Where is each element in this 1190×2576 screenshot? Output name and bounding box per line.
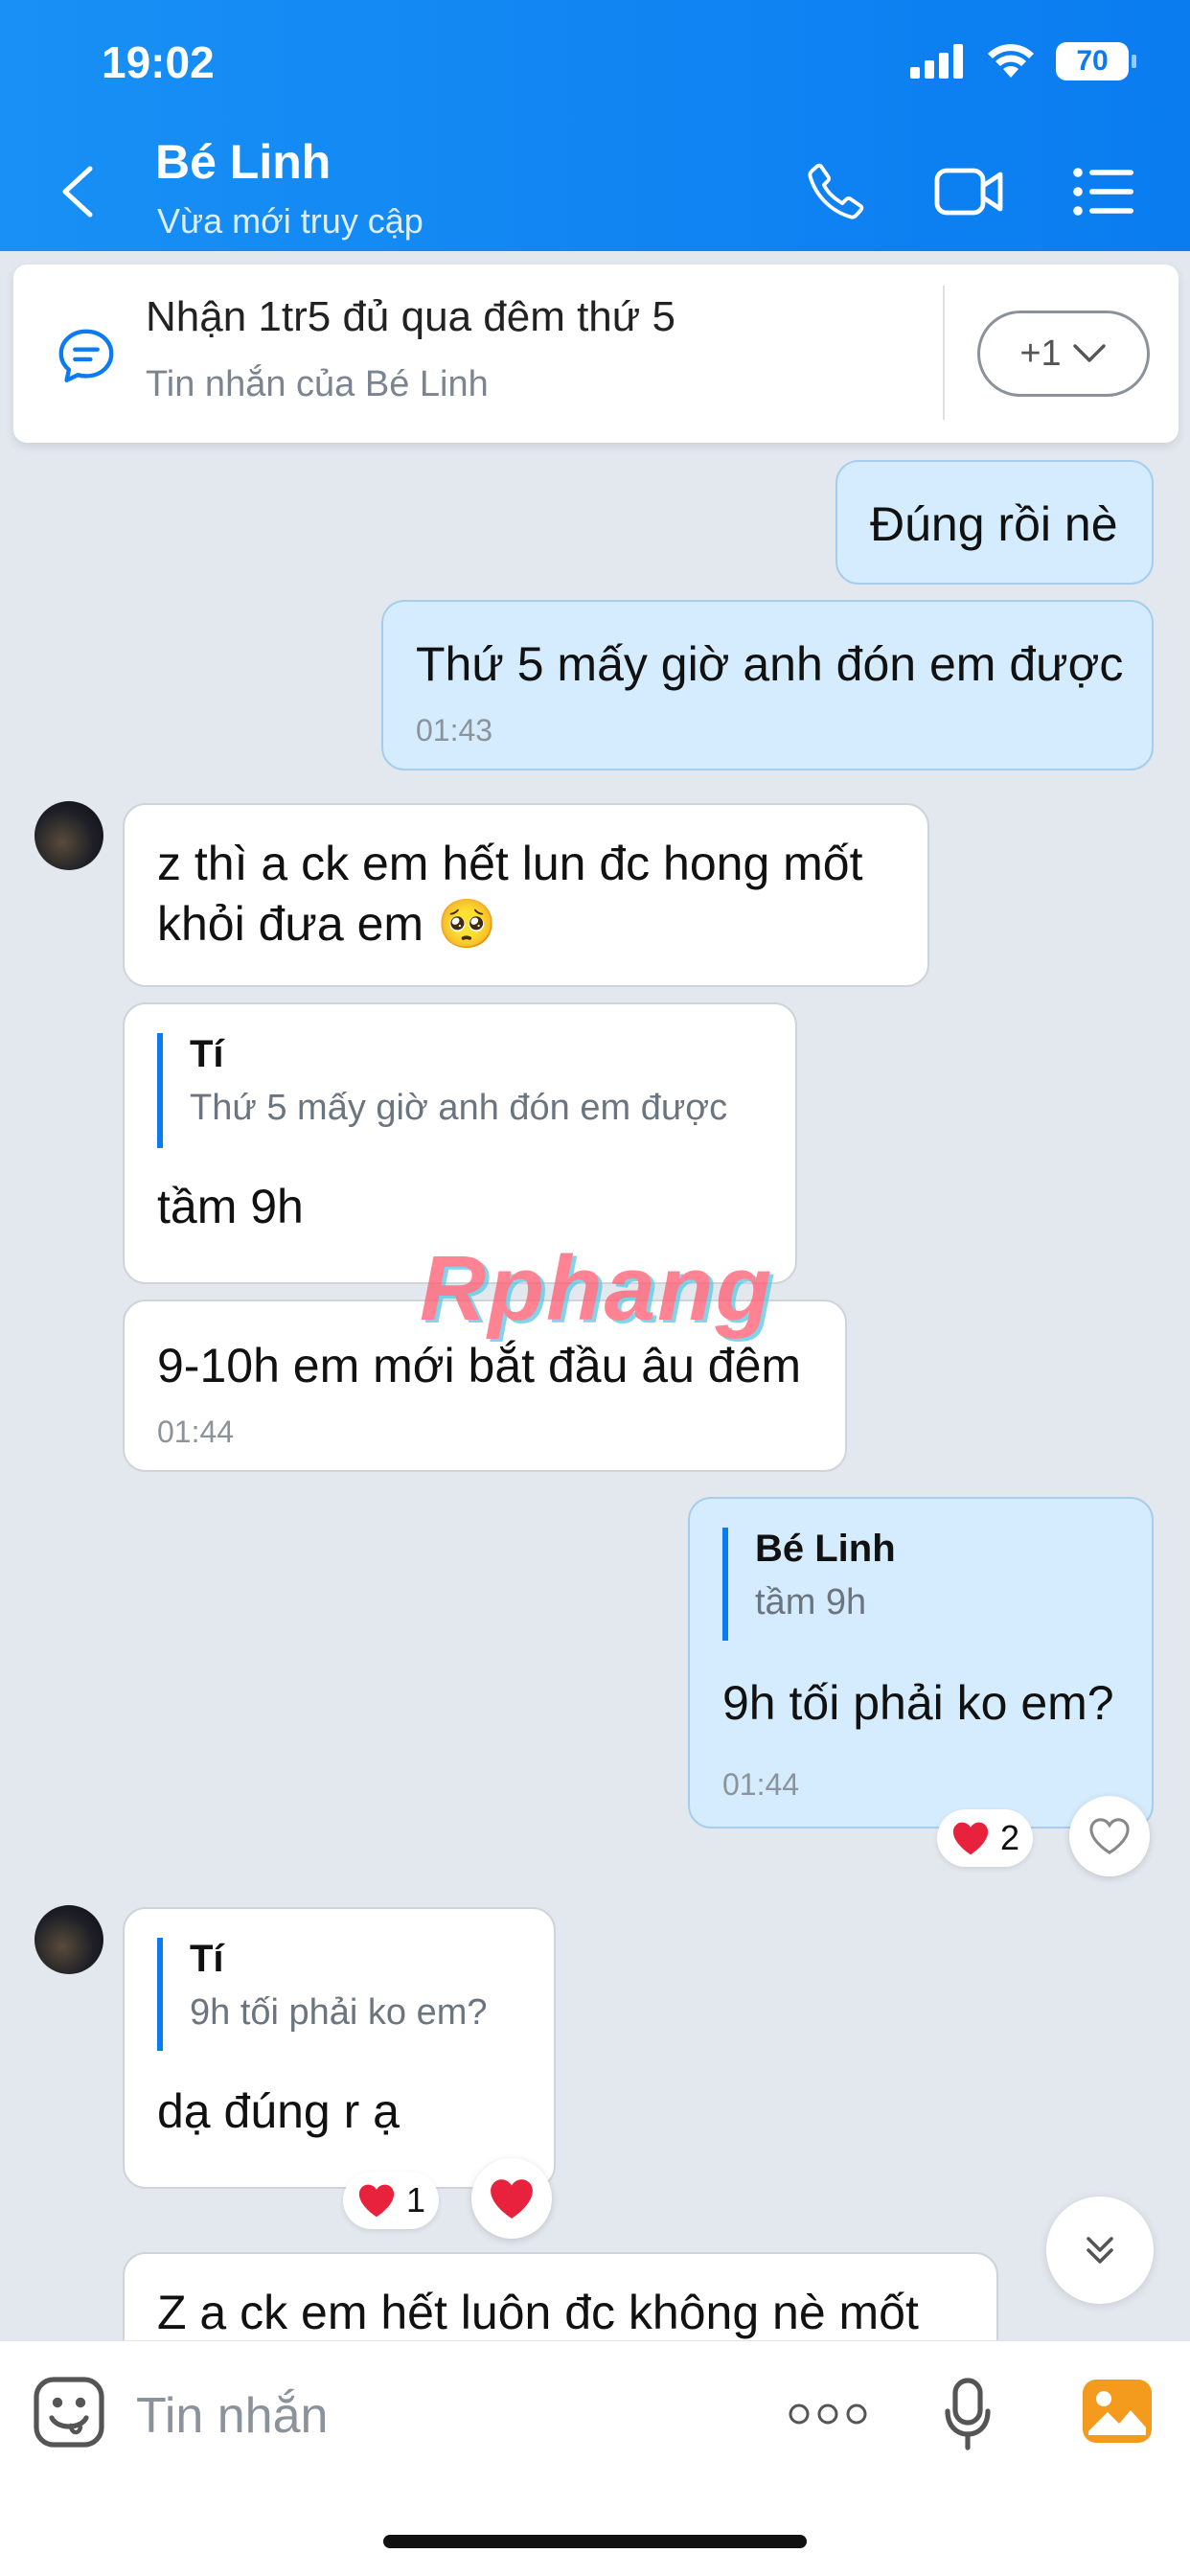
quote-text: 9h tối phải ko em?: [190, 1992, 488, 2033]
back-chevron-icon: [62, 166, 93, 218]
reply-quote[interactable]: Bé Linh tầm 9h: [722, 1528, 896, 1641]
call-button[interactable]: [797, 153, 874, 230]
more-options-button[interactable]: [786, 2385, 870, 2443]
message-time: 01:44: [722, 1767, 800, 1802]
message-bubble-incoming[interactable]: z thì a ck em hết lun đc hong mốt khỏi đ…: [123, 803, 929, 987]
message-bubble-outgoing[interactable]: Bé Linh tầm 9h 9h tối phải ko em? 01:44: [688, 1497, 1154, 1828]
pinned-title: Nhận 1tr5 đủ qua đêm thứ 5: [146, 293, 675, 340]
pinned-message-icon-wrap: [48, 318, 125, 395]
microphone-icon: [945, 2378, 991, 2450]
message-text: tầm 9h: [157, 1180, 304, 1233]
message-bubble-icon: [58, 329, 114, 382]
pinned-divider: [943, 286, 945, 420]
menu-button[interactable]: [1065, 153, 1142, 230]
reply-quote[interactable]: Tí 9h tối phải ko em?: [157, 1938, 488, 2051]
avatar[interactable]: [34, 1905, 103, 1974]
quote-author: Bé Linh: [755, 1528, 896, 1570]
reaction-summary[interactable]: 2: [937, 1809, 1034, 1867]
quote-author: Tí: [190, 1938, 224, 1980]
status-time: 19:02: [102, 37, 215, 87]
chat-header: 19:02 70 Bé Linh Vừa mới truy cập: [0, 0, 1190, 251]
quote-text: tầm 9h: [755, 1582, 867, 1622]
quote-text: Thứ 5 mấy giờ anh đón em được: [190, 1088, 728, 1128]
message-text: dạ đúng r ạ: [157, 2084, 400, 2138]
message-time: 01:44: [157, 1414, 235, 1449]
message-input-bar: Tin nhắn: [0, 2340, 1190, 2576]
image-gallery-icon[interactable]: [1081, 2378, 1154, 2445]
quote-author: Tí: [190, 1033, 224, 1075]
heart-icon: [491, 2179, 533, 2219]
sticker-icon[interactable]: [33, 2376, 105, 2449]
back-button[interactable]: [57, 161, 105, 222]
message-time: 01:43: [416, 713, 493, 748]
pinned-more-button[interactable]: +1: [977, 310, 1150, 397]
reaction-count: 2: [1000, 1818, 1020, 1857]
reply-quote[interactable]: Tí Thứ 5 mấy giờ anh đón em được: [157, 1033, 727, 1148]
heart-outline-icon: [1089, 1818, 1130, 1854]
avatar[interactable]: [34, 801, 103, 870]
status-icons: 70: [910, 42, 1136, 80]
message-text: Thứ 5 mấy giờ anh đón em được: [416, 637, 1124, 691]
battery-indicator: 70: [1056, 42, 1136, 80]
voice-message-button[interactable]: [939, 2374, 996, 2454]
message-text: Đúng rồi nè: [870, 497, 1118, 551]
message-text: 9-10h em mới bắt đầu âu đêm: [157, 1339, 802, 1392]
message-bubble-outgoing[interactable]: Thứ 5 mấy giờ anh đón em được 01:43: [381, 600, 1154, 770]
watermark: Rphang: [420, 1237, 774, 1340]
chevron-down-icon: [1072, 344, 1106, 362]
react-button[interactable]: [471, 2158, 552, 2239]
pinned-more-count: +1: [1019, 333, 1062, 374]
pinned-message-banner[interactable]: Nhận 1tr5 đủ qua đêm thứ 5 Tin nhắn của …: [13, 264, 1179, 443]
phone-icon: [808, 163, 864, 219]
contact-status: Vừa mới truy cập: [157, 201, 423, 241]
message-text: 9h tối phải ko em?: [722, 1676, 1114, 1730]
message-input[interactable]: Tin nhắn: [136, 2387, 328, 2445]
reaction-count: 1: [406, 2180, 426, 2220]
more-dots-icon: [789, 2404, 867, 2425]
message-text: z thì a ck em hết lun đc hong mốt khỏi đ…: [157, 837, 863, 951]
heart-icon: [952, 1822, 989, 1855]
message-bubble-incoming[interactable]: Tí 9h tối phải ko em? dạ đúng r ạ: [123, 1907, 556, 2189]
video-call-icon: [934, 168, 1003, 216]
cellular-signal-icon: [910, 44, 963, 79]
video-call-button[interactable]: [931, 153, 1008, 230]
home-indicator: [383, 2535, 807, 2548]
reaction-summary[interactable]: 1: [343, 2172, 440, 2229]
message-text: Z a ck em hết luôn đc không nè mốt: [157, 2286, 919, 2339]
react-button[interactable]: [1069, 1796, 1150, 1876]
battery-level: 70: [1076, 45, 1109, 77]
scroll-to-bottom-button[interactable]: [1046, 2196, 1154, 2304]
pinned-subtitle: Tin nhắn của Bé Linh: [146, 364, 489, 404]
wifi-icon: [988, 44, 1034, 78]
heart-icon: [358, 2184, 395, 2218]
contact-name[interactable]: Bé Linh: [155, 134, 331, 190]
message-bubble-outgoing[interactable]: Đúng rồi nè: [835, 460, 1154, 585]
list-menu-icon: [1073, 168, 1133, 216]
double-chevron-down-icon: [1087, 2237, 1113, 2264]
